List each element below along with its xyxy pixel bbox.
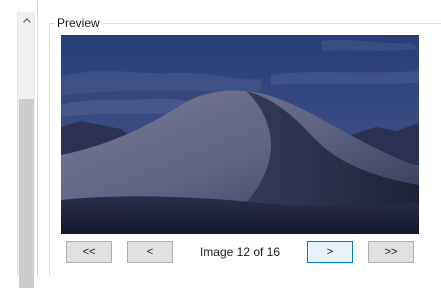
vertical-scrollbar[interactable] <box>17 12 35 288</box>
file-list-panel <box>0 0 38 288</box>
last-image-button[interactable]: >> <box>368 241 414 263</box>
scroll-up-button[interactable] <box>18 12 35 29</box>
image-counter: Image 12 of 16 <box>199 245 281 259</box>
chevron-up-icon <box>22 18 31 23</box>
first-image-button[interactable]: << <box>66 241 112 263</box>
scrollbar-thumb[interactable] <box>19 99 34 288</box>
preview-image <box>61 35 419 234</box>
next-image-button[interactable]: > <box>307 241 353 263</box>
preview-group-title: Preview <box>54 16 103 30</box>
previous-image-button[interactable]: < <box>127 241 173 263</box>
